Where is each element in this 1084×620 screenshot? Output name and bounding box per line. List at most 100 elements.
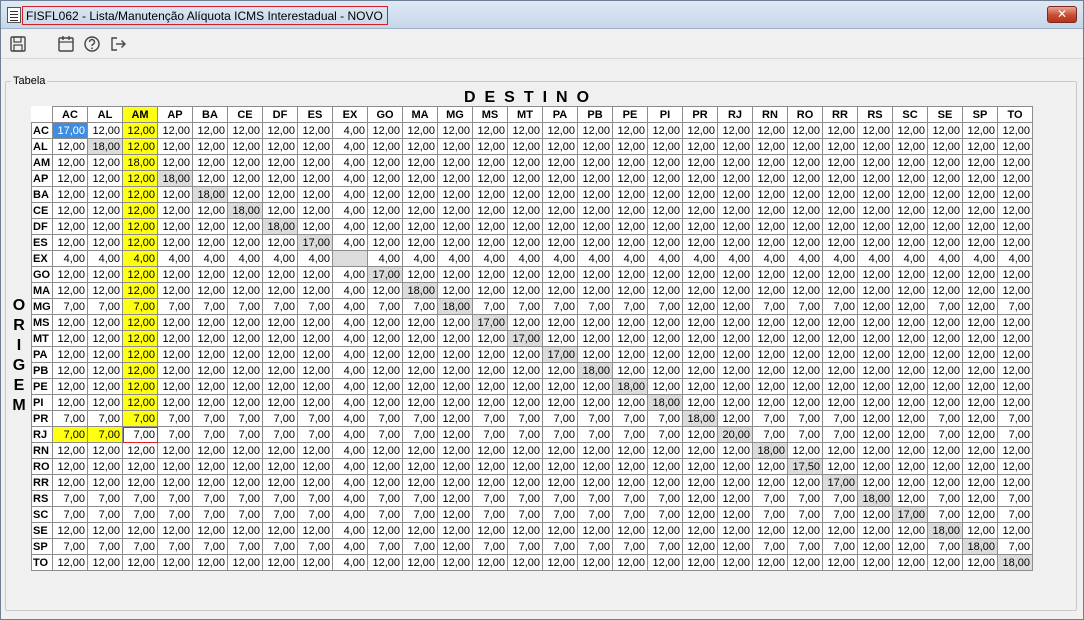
rate-cell-df-mt[interactable]: 12,00 — [507, 218, 543, 235]
rate-cell-rs-rj[interactable]: 12,00 — [717, 490, 753, 507]
rate-cell-al-ce[interactable]: 12,00 — [227, 138, 263, 155]
rate-cell-ce-mg[interactable]: 12,00 — [437, 202, 473, 219]
rate-cell-ms-go[interactable]: 12,00 — [367, 314, 403, 331]
rate-cell-pb-pe[interactable]: 12,00 — [612, 362, 648, 379]
rate-cell-ap-to[interactable]: 12,00 — [997, 170, 1033, 187]
rate-cell-pa-rn[interactable]: 12,00 — [752, 346, 788, 363]
row-header-pe[interactable]: PE — [31, 378, 53, 395]
rate-cell-al-ba[interactable]: 12,00 — [192, 138, 228, 155]
rate-cell-sp-mg[interactable]: 12,00 — [437, 538, 473, 555]
rate-cell-to-al[interactable]: 12,00 — [87, 554, 123, 571]
rate-cell-df-ex[interactable]: 4,00 — [332, 218, 368, 235]
row-header-ac[interactable]: AC — [31, 122, 53, 139]
rate-cell-ac-mt[interactable]: 12,00 — [507, 122, 543, 139]
rate-cell-ma-sp[interactable]: 12,00 — [962, 282, 998, 299]
rate-cell-pr-to[interactable]: 7,00 — [997, 410, 1033, 427]
rate-cell-es-am[interactable]: 12,00 — [122, 234, 158, 251]
rate-cell-rj-go[interactable]: 7,00 — [367, 426, 403, 443]
rate-cell-ce-mt[interactable]: 12,00 — [507, 202, 543, 219]
rate-cell-se-ex[interactable]: 4,00 — [332, 522, 368, 539]
rate-cell-rj-ma[interactable]: 7,00 — [402, 426, 438, 443]
row-header-ro[interactable]: RO — [31, 458, 53, 475]
rate-cell-pa-pe[interactable]: 12,00 — [612, 346, 648, 363]
rate-cell-pb-to[interactable]: 12,00 — [997, 362, 1033, 379]
rate-cell-rs-rr[interactable]: 7,00 — [822, 490, 858, 507]
rate-cell-ma-mt[interactable]: 12,00 — [507, 282, 543, 299]
rate-cell-es-ac[interactable]: 12,00 — [52, 234, 88, 251]
rate-cell-ce-al[interactable]: 12,00 — [87, 202, 123, 219]
rate-cell-ms-rs[interactable]: 12,00 — [857, 314, 893, 331]
rate-cell-ba-rs[interactable]: 12,00 — [857, 186, 893, 203]
rate-cell-pe-rj[interactable]: 12,00 — [717, 378, 753, 395]
rate-cell-sc-rr[interactable]: 7,00 — [822, 506, 858, 523]
rate-cell-to-mt[interactable]: 12,00 — [507, 554, 543, 571]
rate-cell-am-sc[interactable]: 12,00 — [892, 154, 928, 171]
rate-cell-pr-pe[interactable]: 7,00 — [612, 410, 648, 427]
rate-cell-rr-se[interactable]: 12,00 — [927, 474, 963, 491]
help-icon[interactable] — [83, 35, 101, 53]
rate-cell-mg-sp[interactable]: 12,00 — [962, 298, 998, 315]
rate-cell-rs-es[interactable]: 7,00 — [297, 490, 333, 507]
rate-cell-am-pa[interactable]: 12,00 — [542, 154, 578, 171]
rate-cell-ap-ex[interactable]: 4,00 — [332, 170, 368, 187]
rate-cell-ro-go[interactable]: 12,00 — [367, 458, 403, 475]
rate-cell-ex-pi[interactable]: 4,00 — [647, 250, 683, 267]
rate-cell-pb-ba[interactable]: 12,00 — [192, 362, 228, 379]
rate-cell-pe-ex[interactable]: 4,00 — [332, 378, 368, 395]
rate-cell-ro-ap[interactable]: 12,00 — [157, 458, 193, 475]
rate-cell-to-pb[interactable]: 12,00 — [577, 554, 613, 571]
rate-cell-sc-sc[interactable]: 17,00 — [892, 506, 928, 523]
rate-cell-mg-ac[interactable]: 7,00 — [52, 298, 88, 315]
rate-cell-ma-pb[interactable]: 12,00 — [577, 282, 613, 299]
rate-cell-ma-ba[interactable]: 12,00 — [192, 282, 228, 299]
rate-cell-am-to[interactable]: 12,00 — [997, 154, 1033, 171]
rate-cell-go-am[interactable]: 12,00 — [122, 266, 158, 283]
rate-cell-ce-df[interactable]: 12,00 — [262, 202, 298, 219]
column-header-pe[interactable]: PE — [612, 106, 648, 123]
rate-cell-mg-rr[interactable]: 7,00 — [822, 298, 858, 315]
rate-cell-pi-rj[interactable]: 12,00 — [717, 394, 753, 411]
rate-cell-go-rs[interactable]: 12,00 — [857, 266, 893, 283]
rate-cell-to-rr[interactable]: 12,00 — [822, 554, 858, 571]
rate-cell-rs-rn[interactable]: 7,00 — [752, 490, 788, 507]
rate-cell-rn-ms[interactable]: 12,00 — [472, 442, 508, 459]
rate-cell-rj-to[interactable]: 7,00 — [997, 426, 1033, 443]
rate-cell-se-ms[interactable]: 12,00 — [472, 522, 508, 539]
rate-cell-se-es[interactable]: 12,00 — [297, 522, 333, 539]
rate-cell-ap-sc[interactable]: 12,00 — [892, 170, 928, 187]
rate-cell-pi-se[interactable]: 12,00 — [927, 394, 963, 411]
rate-cell-es-ba[interactable]: 12,00 — [192, 234, 228, 251]
rate-cell-ap-pe[interactable]: 12,00 — [612, 170, 648, 187]
rate-cell-ba-mg[interactable]: 12,00 — [437, 186, 473, 203]
rate-cell-rj-rs[interactable]: 12,00 — [857, 426, 893, 443]
rate-cell-ro-es[interactable]: 12,00 — [297, 458, 333, 475]
rate-cell-pb-pr[interactable]: 12,00 — [682, 362, 718, 379]
rate-cell-pa-pi[interactable]: 12,00 — [647, 346, 683, 363]
rate-cell-mg-ap[interactable]: 7,00 — [157, 298, 193, 315]
rate-cell-ms-ma[interactable]: 12,00 — [402, 314, 438, 331]
rate-cell-pi-pb[interactable]: 12,00 — [577, 394, 613, 411]
rate-cell-ms-mt[interactable]: 12,00 — [507, 314, 543, 331]
rate-cell-pe-pr[interactable]: 12,00 — [682, 378, 718, 395]
rate-cell-ba-es[interactable]: 12,00 — [297, 186, 333, 203]
rate-cell-pr-ac[interactable]: 7,00 — [52, 410, 88, 427]
rate-cell-se-to[interactable]: 12,00 — [997, 522, 1033, 539]
rate-cell-ma-ap[interactable]: 12,00 — [157, 282, 193, 299]
rate-cell-ms-ap[interactable]: 12,00 — [157, 314, 193, 331]
rate-cell-df-ba[interactable]: 12,00 — [192, 218, 228, 235]
rate-cell-es-pb[interactable]: 12,00 — [577, 234, 613, 251]
rate-cell-sc-rj[interactable]: 12,00 — [717, 506, 753, 523]
rate-cell-ex-ro[interactable]: 4,00 — [787, 250, 823, 267]
rate-cell-ma-go[interactable]: 12,00 — [367, 282, 403, 299]
rate-cell-df-to[interactable]: 12,00 — [997, 218, 1033, 235]
rate-cell-ro-ro[interactable]: 17,50 — [787, 458, 823, 475]
rate-cell-mg-sc[interactable]: 12,00 — [892, 298, 928, 315]
rate-cell-pa-ms[interactable]: 12,00 — [472, 346, 508, 363]
rate-cell-ap-sp[interactable]: 12,00 — [962, 170, 998, 187]
rate-cell-am-rj[interactable]: 12,00 — [717, 154, 753, 171]
rate-cell-mg-ba[interactable]: 7,00 — [192, 298, 228, 315]
rate-cell-se-rn[interactable]: 12,00 — [752, 522, 788, 539]
rate-cell-sc-es[interactable]: 7,00 — [297, 506, 333, 523]
rate-cell-rr-ce[interactable]: 12,00 — [227, 474, 263, 491]
rate-cell-ce-pa[interactable]: 12,00 — [542, 202, 578, 219]
